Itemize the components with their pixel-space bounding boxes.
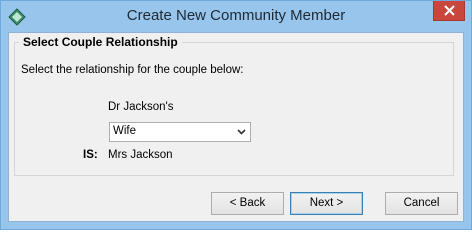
cancel-button[interactable]: Cancel xyxy=(385,192,458,215)
window-title: Create New Community Member xyxy=(126,7,346,24)
close-button[interactable] xyxy=(433,1,465,21)
relationship-select-value: Wife xyxy=(113,125,136,137)
is-label: IS: xyxy=(83,149,98,161)
close-icon xyxy=(444,5,455,16)
back-button[interactable]: < Back xyxy=(211,192,284,215)
dialog-window: Create New Community Member Select Coupl… xyxy=(0,0,472,230)
instruction-text: Select the relationship for the couple b… xyxy=(21,64,244,76)
chevron-down-icon xyxy=(237,129,246,135)
group-title: Select Couple Relationship xyxy=(19,35,182,49)
dialog-body: Select Couple Relationship Select the re… xyxy=(8,32,464,222)
title-bar[interactable]: Create New Community Member xyxy=(1,1,471,32)
person-b-label: Mrs Jackson xyxy=(108,149,173,161)
person-a-label: Dr Jackson's xyxy=(108,101,174,113)
next-button[interactable]: Next > xyxy=(290,192,363,215)
relationship-groupbox: Select Couple Relationship Select the re… xyxy=(14,35,454,176)
relationship-select[interactable]: Wife xyxy=(109,122,251,142)
